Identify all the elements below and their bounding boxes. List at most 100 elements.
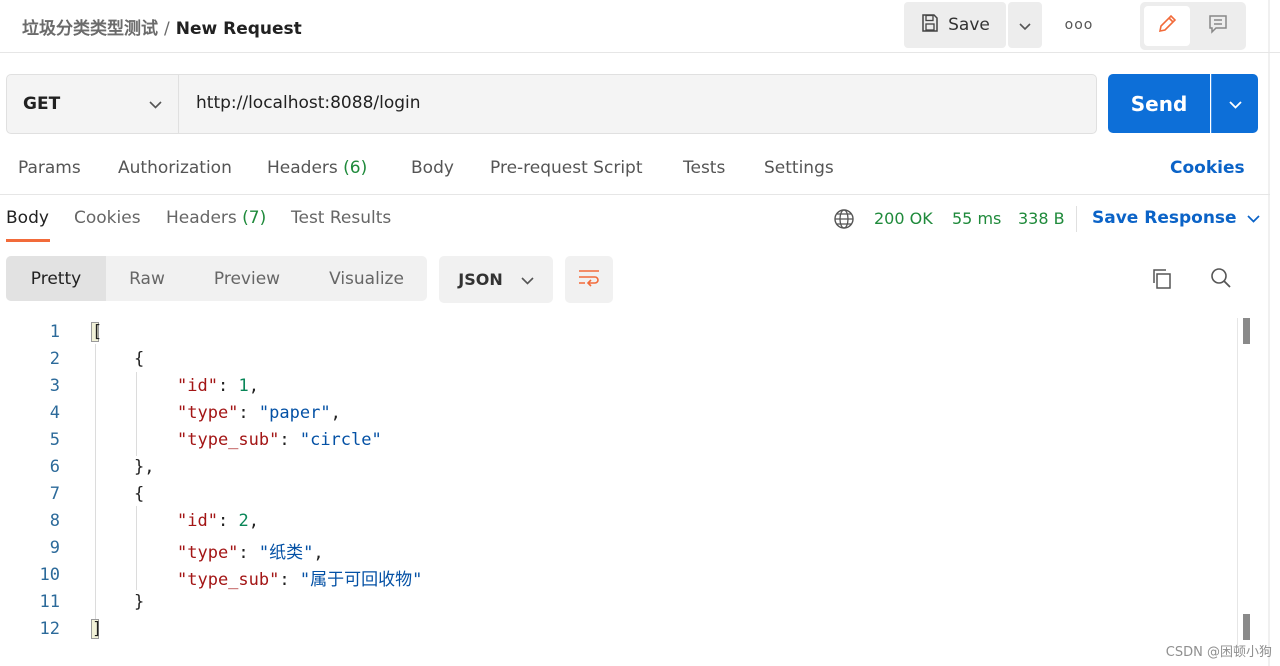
line-number: 11 bbox=[39, 592, 60, 612]
json-value: 2 bbox=[238, 511, 249, 531]
response-headers-count: (7) bbox=[242, 208, 267, 228]
url-input[interactable]: http://localhost:8088/login bbox=[196, 93, 421, 113]
code-line: "type": "纸类", bbox=[177, 543, 324, 563]
pencil-icon bbox=[1156, 13, 1178, 39]
response-tab-headers[interactable]: Headers (7) bbox=[166, 208, 266, 228]
code-line: ] bbox=[92, 619, 103, 639]
format-value: JSON bbox=[458, 270, 503, 289]
response-tab-body[interactable]: Body bbox=[6, 208, 49, 228]
response-tab-cookies[interactable]: Cookies bbox=[74, 208, 141, 228]
chevron-down-icon bbox=[521, 270, 534, 289]
json-value: "paper" bbox=[258, 403, 331, 423]
response-body-editor[interactable]: 1 2 3 4 5 6 7 8 9 10 11 12 [ { "id": 1, … bbox=[0, 318, 1240, 648]
json-value: "circle" bbox=[299, 430, 382, 450]
indent-guide bbox=[136, 372, 137, 456]
tab-pre-request-script[interactable]: Pre-request Script bbox=[490, 158, 643, 178]
code-line: }, bbox=[134, 457, 155, 477]
chevron-down-icon bbox=[1228, 94, 1242, 113]
line-number: 6 bbox=[49, 457, 60, 477]
response-time[interactable]: 55 ms bbox=[952, 209, 1001, 228]
search-icon[interactable] bbox=[1209, 266, 1233, 294]
save-icon bbox=[920, 13, 940, 38]
line-number: 3 bbox=[49, 376, 60, 396]
scrollbar-track bbox=[1237, 318, 1238, 648]
save-label: Save bbox=[948, 15, 990, 35]
format-select[interactable]: JSON bbox=[439, 256, 553, 303]
response-size[interactable]: 338 B bbox=[1018, 209, 1065, 228]
method-select[interactable]: GET bbox=[7, 75, 179, 133]
save-button[interactable]: Save bbox=[904, 2, 1006, 48]
comment-icon bbox=[1207, 13, 1229, 39]
line-number: 5 bbox=[49, 430, 60, 450]
code-line: "type_sub": "circle" bbox=[177, 430, 382, 450]
tab-authorization[interactable]: Authorization bbox=[118, 158, 232, 178]
view-raw[interactable]: Raw bbox=[106, 256, 188, 301]
tab-headers[interactable]: Headers (6) bbox=[267, 158, 367, 178]
json-key: "id" bbox=[177, 376, 218, 396]
tab-headers-label: Headers bbox=[267, 158, 338, 178]
cookies-link[interactable]: Cookies bbox=[1170, 158, 1245, 178]
json-key: "id" bbox=[177, 511, 218, 531]
active-tab-indicator bbox=[6, 239, 50, 242]
line-number: 9 bbox=[49, 538, 60, 558]
more-options-button[interactable]: ooo bbox=[1060, 12, 1098, 38]
headers-count: (6) bbox=[343, 158, 368, 178]
edit-mode-button[interactable] bbox=[1144, 6, 1190, 46]
tab-settings[interactable]: Settings bbox=[764, 158, 834, 178]
code-line: "id": 2, bbox=[177, 511, 259, 531]
response-tab-headers-label: Headers bbox=[166, 208, 237, 228]
tab-tests[interactable]: Tests bbox=[683, 158, 725, 178]
globe-icon[interactable] bbox=[833, 208, 855, 234]
request-name[interactable]: New Request bbox=[176, 19, 302, 39]
copy-icon[interactable] bbox=[1150, 267, 1174, 295]
line-number: 2 bbox=[49, 349, 60, 369]
view-preview[interactable]: Preview bbox=[188, 256, 306, 301]
code-line: "type": "paper", bbox=[177, 403, 341, 423]
json-key: "type_sub" bbox=[177, 430, 280, 450]
json-key: "type" bbox=[177, 543, 239, 563]
json-key: "type_sub" bbox=[177, 570, 280, 590]
send-button[interactable]: Send bbox=[1108, 74, 1210, 133]
line-number: 1 bbox=[49, 322, 60, 342]
json-key: "type" bbox=[177, 403, 239, 423]
line-number: 10 bbox=[39, 565, 60, 585]
line-number: 8 bbox=[49, 511, 60, 531]
breadcrumb-separator: / bbox=[164, 19, 170, 39]
right-border bbox=[1268, 0, 1270, 666]
collection-name[interactable]: 垃圾分类类型测试 bbox=[22, 19, 158, 39]
tab-params[interactable]: Params bbox=[18, 158, 81, 178]
code-line: { bbox=[134, 484, 145, 504]
chevron-down-icon bbox=[1246, 208, 1260, 228]
view-pretty[interactable]: Pretty bbox=[6, 256, 106, 301]
json-value: "属于可回收物" bbox=[299, 570, 423, 590]
save-dropdown-button[interactable] bbox=[1008, 2, 1042, 48]
code-line: "id": 1, bbox=[177, 376, 259, 396]
response-tab-test-results[interactable]: Test Results bbox=[291, 208, 391, 228]
line-number: 7 bbox=[49, 484, 60, 504]
indent-guide bbox=[95, 344, 96, 624]
scrollbar-marker[interactable] bbox=[1243, 614, 1250, 640]
wrap-lines-button[interactable] bbox=[565, 256, 613, 303]
chevron-down-icon bbox=[1019, 16, 1031, 35]
code-line: } bbox=[134, 592, 145, 612]
view-visualize[interactable]: Visualize bbox=[306, 256, 427, 301]
divider bbox=[0, 194, 1270, 195]
indent-guide bbox=[136, 506, 137, 590]
watermark: CSDN @困顿小狗 bbox=[1165, 645, 1272, 660]
chevron-down-icon bbox=[149, 94, 162, 114]
line-number: 12 bbox=[39, 619, 60, 639]
wrap-lines-icon bbox=[577, 268, 601, 292]
code-line: [ bbox=[92, 322, 103, 342]
documentation-mode-button[interactable] bbox=[1196, 6, 1240, 46]
code-line: "type_sub": "属于可回收物" bbox=[177, 570, 423, 590]
line-number: 4 bbox=[49, 403, 60, 423]
tab-body[interactable]: Body bbox=[411, 158, 454, 178]
divider bbox=[1076, 206, 1077, 232]
status-code[interactable]: 200 OK bbox=[874, 209, 933, 228]
save-response-button[interactable]: Save Response bbox=[1092, 208, 1260, 228]
scrollbar-marker[interactable] bbox=[1243, 318, 1250, 344]
method-value: GET bbox=[23, 94, 61, 114]
json-value: "纸类" bbox=[258, 543, 314, 563]
send-dropdown-button[interactable] bbox=[1211, 74, 1258, 133]
json-value: 1 bbox=[238, 376, 249, 396]
